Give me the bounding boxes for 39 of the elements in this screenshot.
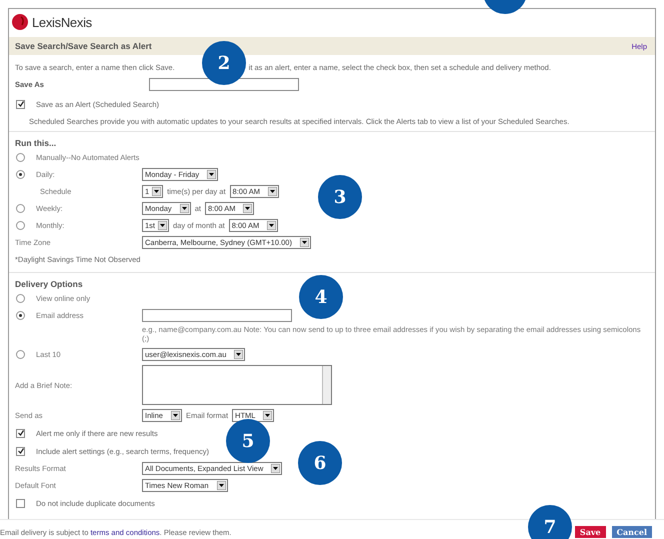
caret-icon [300, 238, 309, 247]
page-title: Save Search/Save Search as Alert [15, 41, 152, 51]
radio-button[interactable] [16, 153, 25, 162]
radio-button[interactable] [16, 350, 25, 359]
caret-icon [207, 170, 216, 179]
callout-number: 3 [318, 175, 362, 219]
checkbox[interactable] [16, 446, 25, 456]
radio-button[interactable] [16, 170, 25, 179]
section-heading: Run this... [15, 138, 56, 148]
radio-button[interactable] [16, 221, 25, 230]
radio-button[interactable] [16, 204, 25, 213]
logo-icon [12, 14, 28, 30]
caret-icon [271, 464, 280, 473]
caret-icon [263, 411, 272, 420]
logo-text: LexisNexis [32, 14, 92, 30]
caret-icon [180, 204, 189, 213]
caret-icon [158, 221, 168, 230]
caret-icon [170, 411, 180, 420]
caret-icon [268, 187, 278, 196]
callout-number: 7 [528, 505, 572, 539]
note-field[interactable] [142, 365, 332, 405]
caret-icon [234, 350, 244, 359]
radio-button[interactable] [16, 294, 25, 303]
section-heading: Delivery Options [15, 278, 83, 288]
checkbox[interactable] [16, 100, 25, 108]
callout-number: 4 [299, 275, 343, 319]
callout-number: 5 [226, 419, 270, 463]
checkbox[interactable] [16, 498, 25, 508]
radio-button[interactable] [16, 311, 25, 320]
callout-number: 6 [298, 441, 342, 485]
caret-icon [216, 481, 226, 490]
cancel-button[interactable]: Cancel [612, 526, 652, 538]
email-field[interactable] [142, 309, 292, 322]
caret-icon [152, 187, 162, 196]
checkbox[interactable] [16, 428, 25, 438]
save-button[interactable]: Save [574, 526, 606, 538]
caret-icon [243, 204, 252, 213]
caret-icon [267, 221, 276, 230]
save-as-field[interactable] [149, 78, 299, 91]
